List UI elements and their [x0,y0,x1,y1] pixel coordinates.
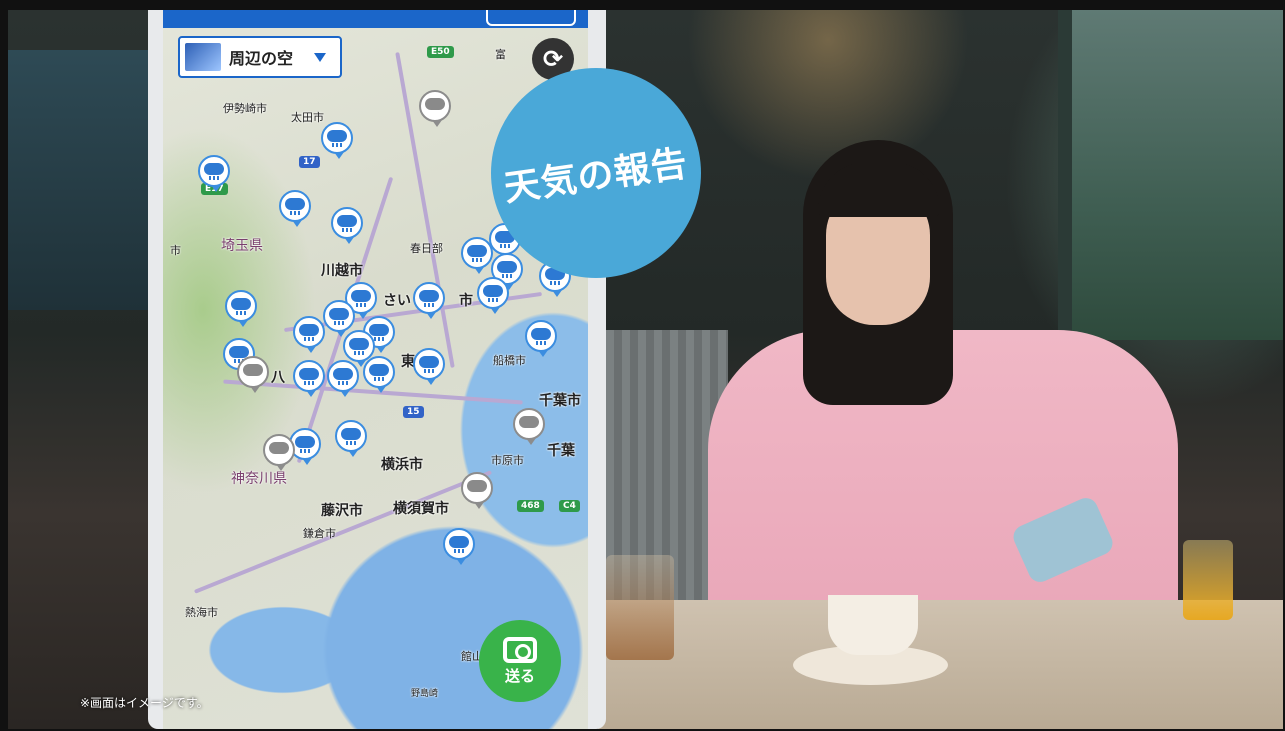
route-shield: 15 [403,406,424,418]
route-shield: 17 [299,156,320,168]
layer-dropdown-label: 周辺の空 [229,49,294,68]
place-label: 春日部 [410,242,443,255]
route-shield: E50 [427,46,454,58]
water-glass [606,555,674,660]
camera-icon [503,636,537,663]
caret-down-icon [314,52,326,62]
rain-report-pin[interactable] [323,300,355,337]
cloudy-report-pin[interactable] [461,472,493,509]
cloudy-report-pin[interactable] [513,408,545,445]
place-label: 市 [170,244,181,257]
rain-report-pin[interactable] [279,190,311,227]
prefecture-label: 埼玉県 [221,238,263,254]
place-label: 鎌倉市 [303,527,336,540]
cloudy-report-pin[interactable] [263,434,295,471]
place-label: 船橋市 [493,354,526,367]
juice-glass [1183,540,1233,620]
rain-report-pin[interactable] [198,155,230,192]
header-button[interactable] [486,10,576,26]
place-label: 八 [271,370,285,386]
window-left [8,50,148,310]
place-label: 野島崎 [411,689,439,699]
rain-report-pin[interactable] [293,360,325,397]
caption-badge-text: 天気の報告 [502,143,691,210]
place-label: 市原市 [491,454,524,467]
place-label: 富 [495,48,506,61]
prefecture-label: 神奈川県 [231,471,287,487]
place-label: 伊勢崎市 [223,102,267,115]
place-label: 太田市 [291,111,324,124]
layer-dropdown[interactable]: 周辺の空 [178,36,342,78]
rain-report-pin[interactable] [413,348,445,385]
rain-report-pin[interactable] [321,122,353,159]
rain-report-pin[interactable] [413,282,445,319]
sky-thumbnail-icon [185,43,221,71]
send-report-button[interactable]: 送る [479,620,561,702]
rain-report-pin[interactable] [225,290,257,327]
rain-report-pin[interactable] [331,207,363,244]
coffee-cup [828,595,918,655]
place-label: 千葉市 [539,393,581,409]
rain-report-pin[interactable] [293,316,325,353]
place-label: 熱海市 [185,606,218,619]
rain-report-pin[interactable] [461,237,493,274]
cloudy-report-pin[interactable] [237,356,269,393]
place-label: 横須賀市 [393,501,449,517]
rain-report-pin[interactable] [525,320,557,357]
cloudy-report-pin[interactable] [419,90,451,127]
place-label: 市 [459,293,473,309]
place-label: さい [383,293,411,309]
disclaimer-text: ※画面はイメージです。 [80,696,209,710]
place-label: 千葉 [547,443,575,459]
place-label: 川越市 [321,263,363,279]
place-label: 横浜市 [381,457,423,473]
rain-report-pin[interactable] [477,277,509,314]
rain-report-pin[interactable] [327,360,359,397]
route-shield: 468 [517,500,544,512]
video-frame: 周辺の空 ⟳ E50 E17 17 15 468 C4 伊勢崎市 太田市 埼玉県… [8,10,1283,729]
app-header [163,10,588,28]
rain-report-pin[interactable] [335,420,367,457]
rain-report-pin[interactable] [363,356,395,393]
send-button-label: 送る [504,666,535,685]
rain-report-pin[interactable] [443,528,475,565]
place-label: 藤沢市 [321,503,363,519]
route-shield: C4 [559,500,580,512]
caption-badge: 天気の報告 [491,68,701,278]
